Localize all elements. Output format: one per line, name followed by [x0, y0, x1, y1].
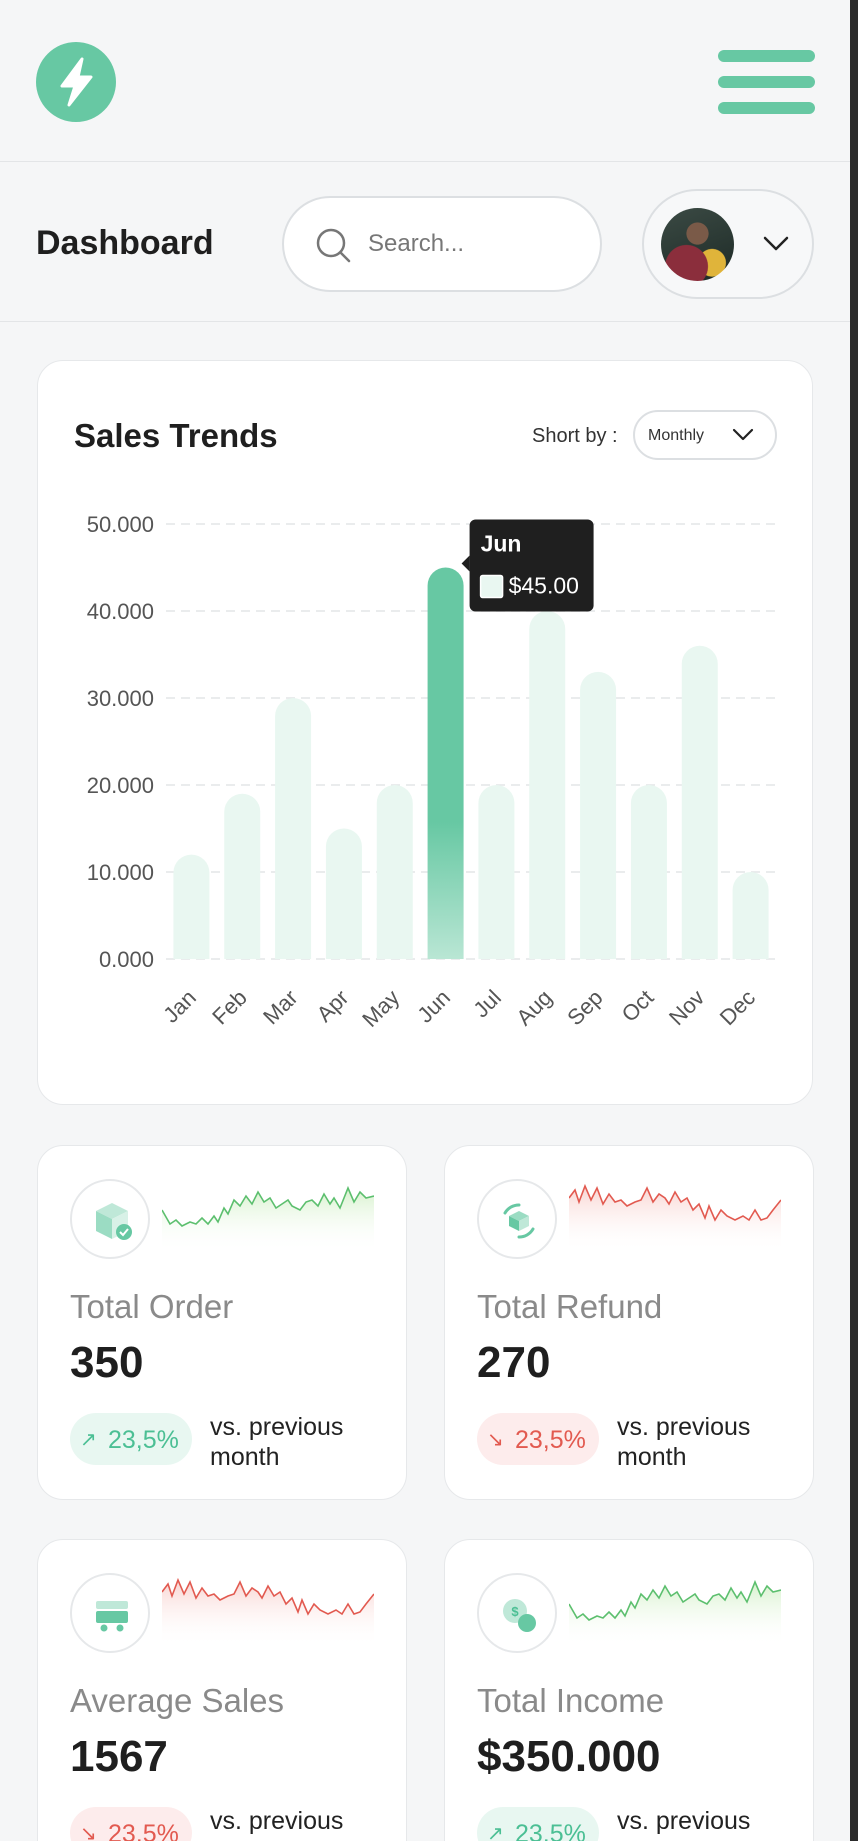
change-value: 23,5%: [108, 1820, 179, 1841]
sparkline-chart: [569, 1183, 781, 1252]
stat-label: Average Sales: [70, 1682, 285, 1719]
logo[interactable]: [36, 42, 116, 122]
x-tick-label: Sep: [562, 985, 607, 1030]
trend-down-icon: ↘: [80, 1823, 97, 1841]
page: Dashboard Sales Trends Short by : Monthl…: [0, 0, 850, 1841]
y-tick-label: 30.000: [87, 686, 154, 711]
menu-bar-icon: [718, 76, 815, 88]
trend-up-icon: ↗: [80, 1429, 97, 1451]
search-input[interactable]: [368, 224, 588, 264]
stat-card-average-sales: Average Sales 1567 ↘ 23,5% vs. previous …: [37, 1539, 407, 1841]
comparison-text: vs. previous month: [617, 1807, 751, 1841]
sparkline-chart: [162, 1185, 374, 1252]
stat-value: $350.000: [477, 1732, 661, 1781]
stat-card-total-income: $ Total Income $350.000 ↗ 23,5% vs. prev…: [444, 1539, 814, 1841]
menu-bar-icon: [718, 50, 815, 62]
box-refresh-icon: [477, 1179, 557, 1259]
change-value: 23,5%: [108, 1426, 179, 1454]
bar-feb: [224, 793, 261, 959]
hamburger-menu-button[interactable]: [718, 48, 815, 116]
bar-jan: [173, 854, 210, 959]
stat-value: 350: [70, 1338, 144, 1387]
bar-apr: [325, 828, 362, 959]
lightning-icon: [60, 57, 93, 107]
x-tick-label: Apr: [312, 985, 354, 1027]
sales-bar-chart: 0.000 10.000 20.000 30.000 40.000 50.000 Jan Fe…: [87, 512, 776, 1032]
bar-oct: [630, 785, 667, 959]
bar-dec: [732, 872, 769, 959]
change-value: 23,5%: [515, 1426, 586, 1454]
menu-bar-icon: [718, 102, 815, 114]
tooltip-pointer: [461, 555, 470, 572]
stat-label: Total Order: [70, 1288, 234, 1325]
search-icon: [316, 228, 351, 263]
change-badge: ↗ 23,5%: [477, 1807, 599, 1841]
comparison-text: vs. previous month: [210, 1807, 344, 1841]
x-tick-label: Feb: [207, 985, 251, 1029]
bar-nov: [681, 645, 718, 959]
x-tick-label: Mar: [258, 985, 302, 1029]
x-tick-label: Aug: [511, 985, 556, 1030]
x-tick-label: Oct: [617, 985, 659, 1027]
stat-card-total-refund: Total Refund 270 ↘ 23,5% vs. previous mo…: [444, 1145, 814, 1500]
top-bar: [0, 0, 850, 162]
x-tick-label: Jul: [468, 985, 506, 1023]
stat-label: Total Refund: [477, 1288, 663, 1325]
bar-sep: [580, 671, 617, 959]
y-tick-label: 40.000: [87, 599, 154, 624]
y-tick-label: 50.000: [87, 512, 154, 537]
x-tick-label: Nov: [664, 985, 709, 1030]
sparkline-chart: [162, 1577, 374, 1646]
y-tick-label: 0.000: [99, 947, 154, 972]
cart-icon: [70, 1573, 150, 1653]
comparison-text: vs. previous month: [210, 1413, 344, 1471]
page-header: Dashboard: [0, 162, 850, 322]
user-menu-button[interactable]: [642, 189, 814, 299]
x-tick-label: Jan: [158, 985, 201, 1028]
tooltip-swatch: [479, 574, 504, 599]
x-tick-label: May: [357, 985, 404, 1032]
bar-may: [376, 785, 413, 959]
tooltip-month: Jun: [481, 531, 522, 557]
stat-value: 270: [477, 1338, 551, 1387]
y-tick-label: 20.000: [87, 773, 154, 798]
sparkline-chart: [569, 1579, 781, 1646]
trend-up-icon: ↗: [487, 1823, 504, 1841]
change-badge: ↘ 23,5%: [477, 1413, 599, 1465]
tooltip-value: $45.00: [509, 573, 579, 599]
bar-mar: [275, 698, 312, 959]
stat-value: 1567: [70, 1732, 168, 1781]
avatar: [661, 208, 734, 281]
bar-jun: [427, 567, 464, 959]
stat-label: Total Income: [477, 1682, 665, 1719]
change-badge: ↘ 23,5%: [70, 1807, 192, 1841]
trend-down-icon: ↘: [487, 1429, 504, 1451]
y-tick-label: 10.000: [87, 860, 154, 885]
svg-text:$: $: [511, 1604, 519, 1619]
coins-icon: $: [477, 1573, 557, 1653]
page-title: Dashboard: [36, 224, 214, 262]
box-check-icon: [70, 1179, 150, 1259]
x-tick-label: Dec: [715, 985, 760, 1030]
chevron-down-icon: [763, 236, 789, 251]
bar-aug: [529, 611, 566, 959]
sales-trends-card: Sales Trends Short by : Monthly 0.000 10.…: [37, 360, 813, 1105]
search-box[interactable]: [282, 196, 602, 292]
bar-jul: [478, 785, 515, 959]
change-value: 23,5%: [515, 1820, 586, 1841]
comparison-text: vs. previous month: [617, 1413, 751, 1471]
stat-card-total-order: Total Order 350 ↗ 23,5% vs. previous mon…: [37, 1145, 407, 1500]
x-tick-label: Jun: [412, 985, 455, 1028]
change-badge: ↗ 23,5%: [70, 1413, 192, 1465]
